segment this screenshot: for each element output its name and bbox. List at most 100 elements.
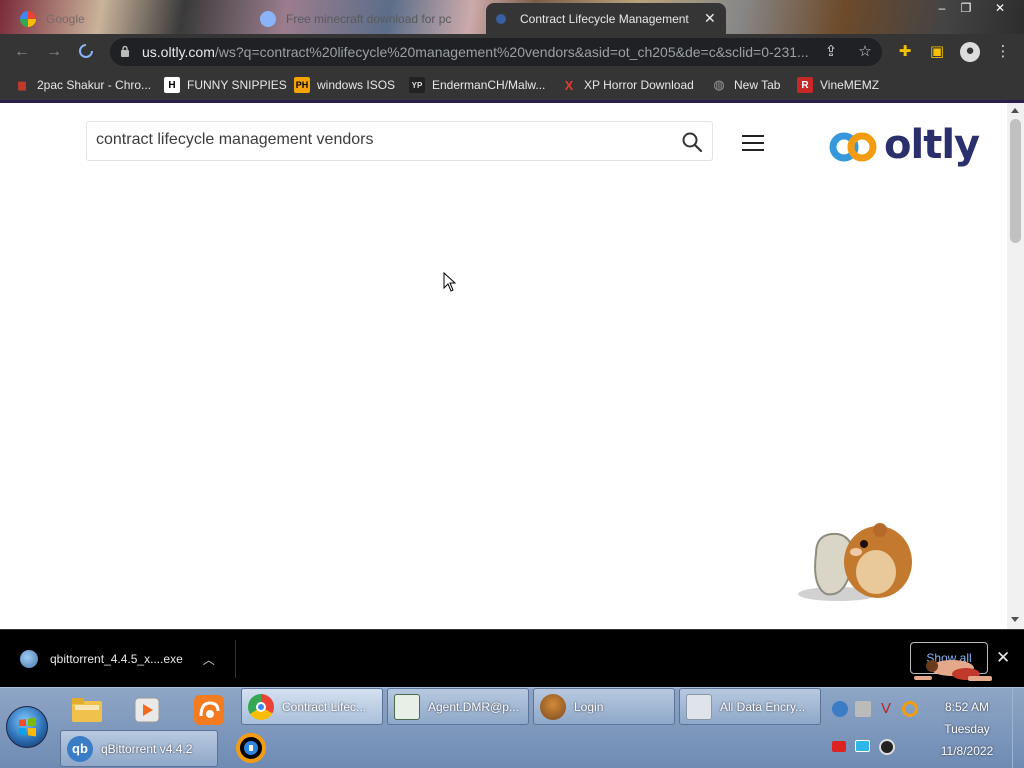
h-logo-icon: H bbox=[164, 77, 180, 93]
oltly-logo-mark-icon bbox=[829, 132, 877, 162]
security-app-pin[interactable] bbox=[228, 730, 274, 766]
task-label: Contract Lifec... bbox=[282, 699, 367, 714]
back-button[interactable]: ← bbox=[12, 42, 32, 62]
taskbar-item-login[interactable]: Login bbox=[533, 688, 675, 725]
shield-browser-icon bbox=[236, 733, 266, 763]
download-shelf: qbittorrent_4.4.5_x....exe ︿ Show all ✕ bbox=[0, 629, 1024, 687]
file-explorer-pin[interactable] bbox=[64, 692, 110, 728]
scroll-down-arrow-icon[interactable] bbox=[1011, 617, 1019, 622]
loading-spinner-icon[interactable] bbox=[76, 42, 96, 62]
minimize-button[interactable]: ‒ bbox=[930, 0, 954, 18]
flag-tray-icon[interactable] bbox=[832, 741, 846, 752]
taskbar-item-all-data[interactable]: All Data Encry... bbox=[679, 688, 821, 725]
bookmark-windows-isos[interactable]: PH windows ISOS bbox=[294, 76, 395, 94]
task-label: Login bbox=[574, 699, 604, 714]
installer-icon bbox=[20, 650, 38, 668]
extensions-icon[interactable]: ✚ bbox=[896, 43, 914, 61]
hamster-icon bbox=[540, 693, 566, 720]
tab-title: Free minecraft download for pc bbox=[286, 11, 452, 26]
volume-tray-icon[interactable] bbox=[879, 739, 895, 755]
google-icon bbox=[20, 10, 36, 27]
tab-title: Google bbox=[46, 11, 85, 26]
folder-icon bbox=[72, 698, 102, 722]
task-label: Agent.DMR@p... bbox=[428, 699, 519, 714]
hamburger-menu-icon[interactable] bbox=[742, 135, 764, 151]
uc-browser-pin[interactable] bbox=[186, 692, 232, 728]
scroll-thumb[interactable] bbox=[1010, 119, 1021, 243]
oltly-favicon-icon bbox=[496, 13, 506, 24]
close-shelf-icon[interactable]: ✕ bbox=[996, 648, 1010, 668]
scroll-up-arrow-icon[interactable] bbox=[1011, 108, 1019, 113]
bookmark-vinememz[interactable]: R VineMEMZ bbox=[797, 76, 879, 94]
close-tab-icon[interactable]: ✕ bbox=[704, 10, 716, 27]
display-tray-icon[interactable] bbox=[855, 740, 870, 752]
bookmark-label: VineMEMZ bbox=[820, 78, 880, 92]
taskbar-item-qbittorrent[interactable]: qb qBittorrent v4.4.2 bbox=[60, 730, 218, 767]
share-icon[interactable]: ⇪ bbox=[822, 43, 840, 61]
url-text[interactable]: us.oltly.com/ws?q=contract%20lifecycle%2… bbox=[142, 44, 822, 60]
taskbar-item-agent-dmr[interactable]: Agent.DMR@p... bbox=[387, 688, 529, 725]
taskbar-item-chrome[interactable]: Contract Lifec... bbox=[241, 688, 383, 725]
bookmark-label: New Tab bbox=[734, 78, 781, 92]
close-window-button[interactable]: ✕ bbox=[988, 0, 1012, 18]
x-logo-icon: X bbox=[564, 77, 574, 93]
bookmark-label: windows ISOS bbox=[317, 78, 396, 92]
web-page: oltly bbox=[0, 103, 1007, 629]
film-icon: ▆ bbox=[18, 79, 26, 91]
start-button[interactable] bbox=[6, 706, 48, 748]
side-panel-icon[interactable]: ▣ bbox=[928, 43, 946, 61]
hamster-image bbox=[798, 523, 912, 601]
document-window-icon bbox=[394, 693, 420, 720]
bookmark-label: EndermanCH/Malw... bbox=[432, 78, 546, 92]
windows-logo-icon bbox=[19, 717, 36, 737]
search-tool-tray-icon[interactable] bbox=[902, 701, 918, 717]
chevron-up-icon[interactable]: ︿ bbox=[203, 651, 215, 668]
search-icon[interactable] bbox=[680, 130, 704, 154]
clock-time: 8:52 AM bbox=[944, 700, 990, 714]
bookmark-label: XP Horror Download bbox=[584, 78, 694, 92]
search-input[interactable] bbox=[96, 131, 656, 149]
page-scrollbar[interactable] bbox=[1007, 103, 1024, 629]
tab-google[interactable]: Google bbox=[10, 3, 240, 34]
media-player-icon bbox=[134, 697, 160, 723]
network-tray-icon[interactable] bbox=[855, 701, 871, 717]
task-label: qBittorrent v4.4.2 bbox=[101, 741, 193, 756]
tab-minecraft[interactable]: Free minecraft download for pc bbox=[250, 3, 482, 34]
download-item[interactable]: qbittorrent_4.4.5_x....exe ︿ bbox=[10, 640, 236, 678]
url-domain: us.oltly.com bbox=[142, 44, 215, 60]
system-clock[interactable]: 8:52 AM Tuesday 11/8/2022 bbox=[930, 696, 1004, 762]
media-player-pin[interactable] bbox=[124, 692, 170, 728]
show-desktop-button[interactable] bbox=[1012, 688, 1024, 768]
bookmarks-bar: ▆ 2pac Shakur - Chro... H FUNNY SNIPPIES… bbox=[0, 70, 1024, 100]
tab-contract-lifecycle[interactable]: Contract Lifecycle Management ✕ bbox=[486, 3, 726, 34]
task-label: All Data Encry... bbox=[720, 699, 806, 714]
windows-taskbar: Contract Lifec... Agent.DMR@p... Login A… bbox=[0, 687, 1024, 768]
uc-browser-icon bbox=[194, 695, 224, 725]
menu-kebab-icon[interactable]: ⋮ bbox=[994, 43, 1012, 61]
address-bar[interactable]: us.oltly.com/ws?q=contract%20lifecycle%2… bbox=[110, 38, 882, 66]
dancer-animation-image bbox=[914, 660, 992, 681]
tab-title: Contract Lifecycle Management bbox=[520, 11, 689, 26]
logo-text: oltly bbox=[884, 122, 980, 168]
bookmark-star-icon[interactable]: ☆ bbox=[856, 43, 874, 61]
bookmark-2pac[interactable]: ▆ 2pac Shakur - Chro... bbox=[14, 76, 151, 94]
bookmark-label: FUNNY SNIPPIES bbox=[187, 78, 287, 92]
qbittorrent-tray-icon[interactable] bbox=[832, 701, 848, 717]
ph-logo-icon: PH bbox=[294, 77, 310, 93]
bookmark-funny-snippies[interactable]: H FUNNY SNIPPIES bbox=[164, 76, 287, 94]
forward-button[interactable]: → bbox=[44, 42, 64, 62]
bookmark-endermanch[interactable]: YP EndermanCH/Malw... bbox=[409, 76, 545, 94]
oltly-logo[interactable]: oltly bbox=[828, 123, 983, 167]
clock-date: 11/8/2022 bbox=[940, 744, 994, 758]
blank-window-icon bbox=[686, 693, 712, 720]
search-box[interactable] bbox=[86, 121, 713, 161]
v-app-tray-icon[interactable]: V bbox=[878, 701, 894, 717]
bookmark-xp-horror[interactable]: X XP Horror Download bbox=[561, 76, 694, 94]
r-logo-icon: R bbox=[797, 77, 813, 93]
profile-avatar-icon[interactable]: ● bbox=[960, 42, 980, 62]
chrome-icon bbox=[248, 693, 274, 720]
maximize-button[interactable]: ❐ bbox=[954, 0, 978, 18]
browser-titlebar: Google Free minecraft download for pc Co… bbox=[0, 0, 1024, 34]
bookmark-new-tab[interactable]: ◍ New Tab bbox=[711, 76, 780, 94]
browser-toolbar: ← → us.oltly.com/ws?q=contract%20lifecyc… bbox=[0, 34, 1024, 70]
